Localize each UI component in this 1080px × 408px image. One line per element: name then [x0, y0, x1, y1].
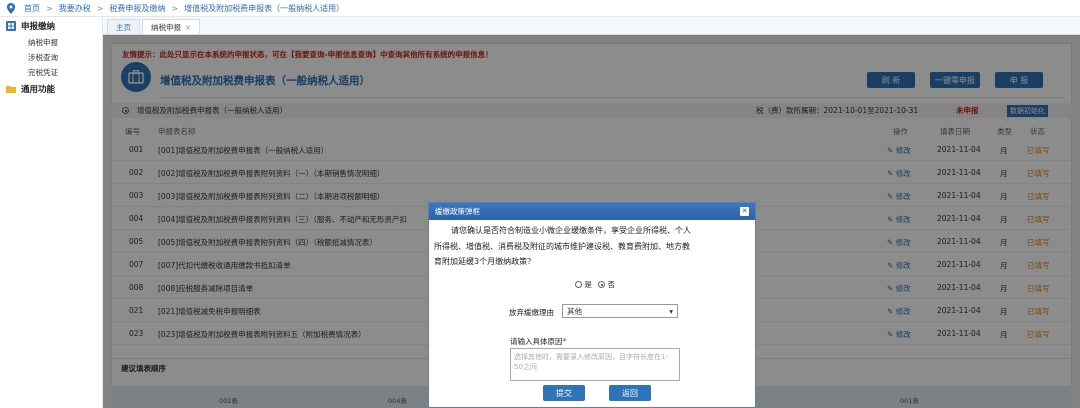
- reason-textarea[interactable]: 选择其他时，需要录入修改原因，且字符长度在1-50之间: [510, 348, 680, 381]
- tab-bar: 主页 纳税申报 ×: [103, 17, 1080, 35]
- dialog-text-line: 育附加延缓3个月缴纳政策？: [434, 257, 536, 266]
- breadcrumb: 首页 > 我要办税 > 税费申报及缴纳 > 增值税及附加税费申报表（一般纳税人适用）: [0, 0, 1080, 17]
- radio-group: 是 否: [575, 279, 615, 290]
- radio-yes[interactable]: [575, 281, 582, 288]
- dialog-text-line: 所得税、增值税、消费税及附征的城市维护建设税、教育费附加、地方教: [434, 242, 690, 251]
- reason-label: 放弃缓缴理由: [509, 308, 554, 317]
- breadcrumb-declare[interactable]: 税费申报及缴纳: [109, 3, 165, 14]
- tab-home[interactable]: 主页: [107, 19, 140, 34]
- breadcrumb-current: 增值税及附加税费申报表（一般纳税人适用）: [184, 3, 345, 13]
- sidebar-item-receipt[interactable]: 完税凭证: [0, 65, 102, 80]
- sidebar-section-general[interactable]: 通用功能: [0, 80, 102, 98]
- back-button[interactable]: 返回: [609, 385, 651, 401]
- breadcrumb-tax[interactable]: 我要办税: [59, 3, 91, 14]
- close-icon[interactable]: ×: [185, 23, 191, 32]
- sidebar-section-declare[interactable]: 申报缴纳: [0, 17, 102, 35]
- submit-button[interactable]: 提交: [543, 385, 585, 401]
- close-icon[interactable]: ✕: [740, 207, 749, 216]
- sidebar-item-declare[interactable]: 纳税申报: [0, 35, 102, 50]
- dialog-title: 缓缴政策弹框: [435, 207, 480, 216]
- tab-declare[interactable]: 纳税申报 ×: [142, 19, 201, 34]
- radio-no[interactable]: [598, 281, 606, 288]
- sidebar-item-query[interactable]: 涉税查询: [0, 50, 102, 65]
- breadcrumb-home[interactable]: 首页: [24, 3, 40, 14]
- location-pin-icon: [6, 2, 16, 14]
- detail-label: 请输入具体原因*: [510, 337, 567, 346]
- dialog-text-line: 请您确认是否符合制造业小微企业缓缴条件，享受企业所得税、个人: [451, 226, 691, 235]
- chevron-down-icon: ▾: [669, 306, 673, 316]
- reason-select[interactable]: 其他 ▾: [562, 304, 678, 318]
- deferral-dialog: 缓缴政策弹框 ✕ 请您确认是否符合制造业小微企业缓缴条件，享受企业所得税、个人 …: [428, 202, 756, 408]
- folder-icon: [6, 86, 16, 93]
- grid-icon: [6, 21, 16, 31]
- sidebar: 申报缴纳 纳税申报 涉税查询 完税凭证 通用功能: [0, 17, 103, 408]
